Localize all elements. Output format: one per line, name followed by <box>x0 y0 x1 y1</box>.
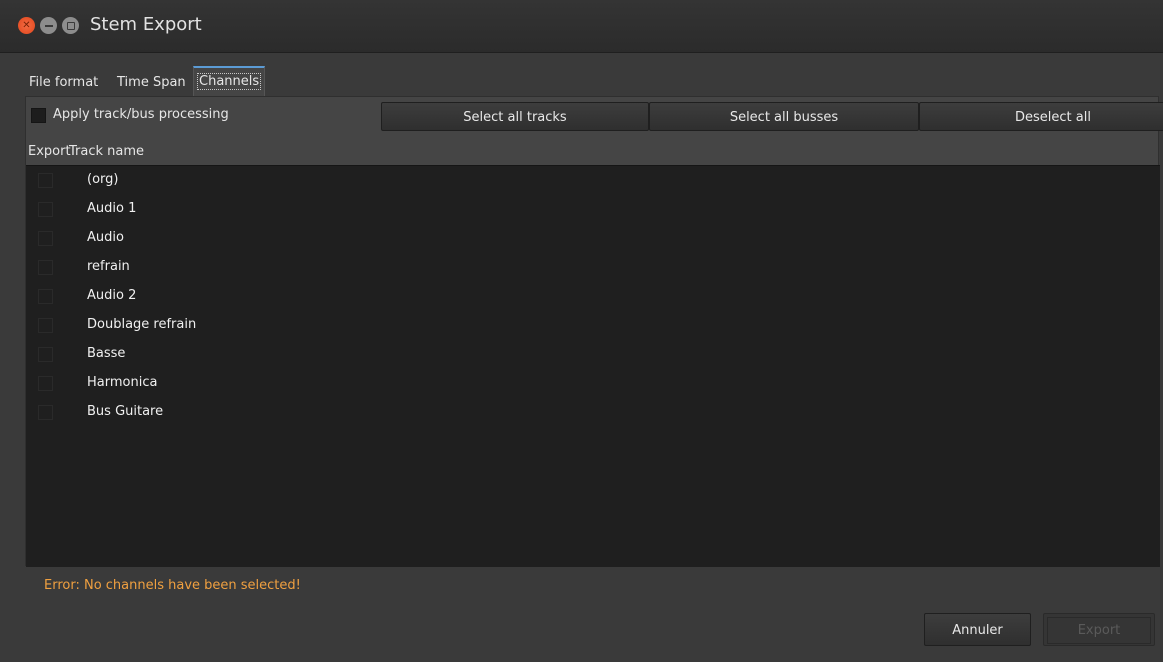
export-checkbox[interactable] <box>38 260 53 275</box>
close-icon[interactable]: ✕ <box>18 17 35 34</box>
export-checkbox[interactable] <box>38 173 53 188</box>
table-row[interactable]: Doublage refrain <box>26 311 1160 340</box>
column-header-track-name[interactable]: Track name <box>69 140 144 164</box>
export-checkbox[interactable] <box>38 231 53 246</box>
table-row[interactable]: Audio 2 <box>26 282 1160 311</box>
error-message: Error: No channels have been selected! <box>44 578 301 593</box>
track-name: Audio <box>87 230 124 245</box>
window-title: Stem Export <box>90 14 202 35</box>
track-name: refrain <box>87 259 130 274</box>
select-all-busses-button[interactable]: Select all busses <box>649 102 919 131</box>
table-row[interactable]: Bus Guitare <box>26 398 1160 427</box>
apply-processing-checkbox[interactable] <box>31 108 46 123</box>
track-name: Basse <box>87 346 126 361</box>
track-name: (org) <box>87 172 119 187</box>
table-row[interactable]: Harmonica <box>26 369 1160 398</box>
tab-file-format[interactable]: File format <box>27 70 100 96</box>
apply-processing-label[interactable]: Apply track/bus processing <box>53 107 229 122</box>
export-checkbox[interactable] <box>38 202 53 217</box>
title-bar: ✕ Stem Export <box>0 0 1163 53</box>
maximize-icon[interactable] <box>62 17 79 34</box>
table-row[interactable]: refrain <box>26 253 1160 282</box>
table-row[interactable]: Audio 1 <box>26 195 1160 224</box>
tab-time-span[interactable]: Time Span <box>115 70 188 96</box>
deselect-all-button[interactable]: Deselect all <box>919 102 1163 131</box>
export-checkbox[interactable] <box>38 376 53 391</box>
select-all-tracks-button[interactable]: Select all tracks <box>381 102 649 131</box>
tab-channels[interactable]: Channels <box>193 66 266 96</box>
track-name: Bus Guitare <box>87 404 164 419</box>
export-checkbox[interactable] <box>38 289 53 304</box>
track-name: Audio 1 <box>87 201 137 216</box>
table-row[interactable]: (org) <box>26 166 1160 195</box>
export-button[interactable]: Export <box>1043 613 1155 646</box>
track-name: Audio 2 <box>87 288 137 303</box>
table-row[interactable]: Basse <box>26 340 1160 369</box>
column-header-export[interactable]: Export <box>28 140 71 164</box>
track-list[interactable]: (org) Audio 1 Audio refrain Audio 2 Doub… <box>26 165 1160 567</box>
export-checkbox[interactable] <box>38 405 53 420</box>
export-checkbox[interactable] <box>38 318 53 333</box>
tab-channels-label: Channels <box>197 73 262 90</box>
track-name: Doublage refrain <box>87 317 197 332</box>
table-row[interactable]: Audio <box>26 224 1160 253</box>
cancel-button[interactable]: Annuler <box>924 613 1031 646</box>
export-button-label: Export <box>1047 617 1151 644</box>
channels-panel: Apply track/bus processing Select all tr… <box>25 96 1163 567</box>
export-checkbox[interactable] <box>38 347 53 362</box>
minimize-icon[interactable] <box>40 17 57 34</box>
track-name: Harmonica <box>87 375 158 390</box>
table-header: Export Track name <box>26 140 1158 164</box>
